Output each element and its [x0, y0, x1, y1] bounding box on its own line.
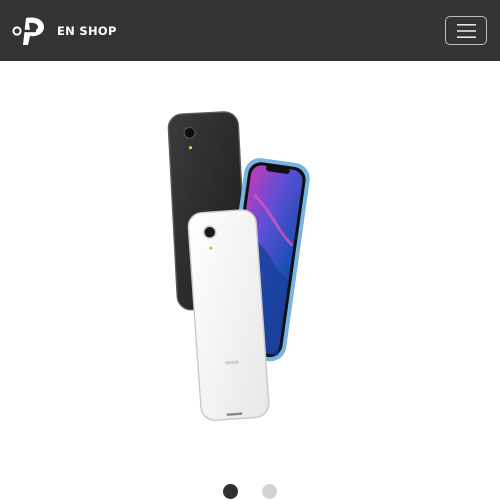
carousel-indicator-1[interactable]: [223, 484, 238, 499]
navbar: EN SHOP: [0, 0, 500, 61]
carousel-indicator-2[interactable]: [262, 484, 277, 499]
white-phone: [187, 209, 270, 421]
brand-name: EN SHOP: [57, 23, 117, 38]
hamburger-menu-icon: [457, 24, 476, 38]
carousel-indicators: [0, 484, 500, 500]
brand-link[interactable]: EN SHOP: [12, 14, 117, 46]
product-carousel[interactable]: [0, 61, 500, 500]
open-shop-logo-icon: [12, 17, 44, 45]
menu-toggle-button[interactable]: [445, 16, 487, 45]
iphone-xr-product-image: [167, 111, 310, 421]
